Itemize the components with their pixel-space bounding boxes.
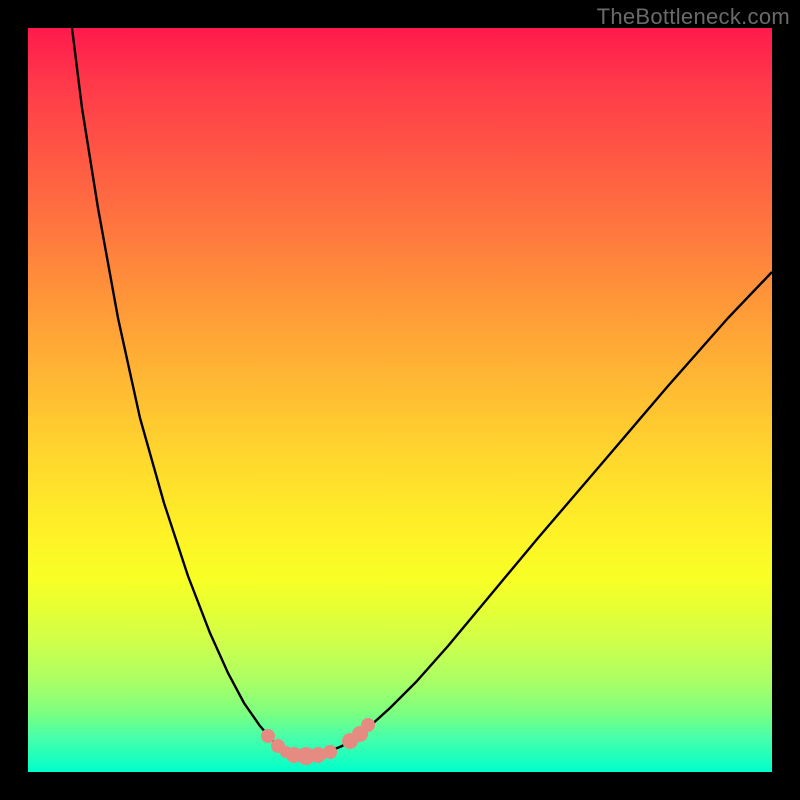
watermark-text: TheBottleneck.com — [597, 4, 790, 30]
curve-marker — [261, 729, 275, 743]
marker-group — [261, 718, 375, 765]
curve-marker — [323, 745, 337, 759]
curve-layer — [28, 28, 772, 772]
plot-area — [28, 28, 772, 772]
left-curve — [72, 28, 310, 755]
chart-frame: TheBottleneck.com — [0, 0, 800, 800]
curve-marker — [361, 718, 375, 732]
right-curve — [310, 272, 772, 755]
